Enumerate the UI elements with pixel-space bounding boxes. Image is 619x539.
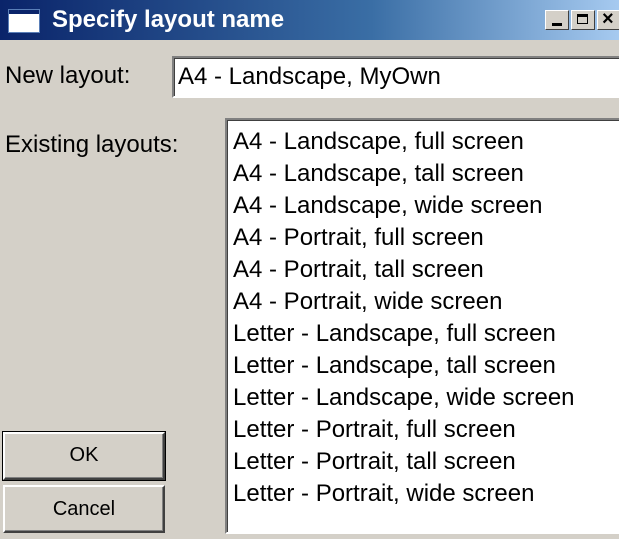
existing-layouts-label: Existing layouts: — [5, 131, 179, 158]
list-item[interactable]: Letter - Landscape, tall screen — [233, 350, 619, 382]
new-layout-label: New layout: — [5, 62, 131, 89]
title-bar[interactable]: Specify layout name × — [0, 0, 619, 40]
window-title: Specify layout name — [52, 6, 285, 33]
minimize-button[interactable] — [545, 10, 569, 30]
window-icon — [8, 9, 40, 33]
list-item[interactable]: Letter - Landscape, full screen — [233, 318, 619, 350]
cancel-button[interactable]: Cancel — [3, 485, 165, 533]
list-item[interactable]: Letter - Landscape, wide screen — [233, 382, 619, 414]
list-item[interactable]: A4 - Portrait, full screen — [233, 222, 619, 254]
maximize-button[interactable] — [571, 10, 595, 30]
existing-layouts-list[interactable]: A4 - Landscape, full screen A4 - Landscap… — [225, 118, 619, 534]
maximize-icon — [577, 14, 588, 24]
list-item[interactable]: A4 - Portrait, wide screen — [233, 286, 619, 318]
minimize-icon — [552, 23, 562, 26]
list-item[interactable]: A4 - Landscape, tall screen — [233, 158, 619, 190]
ok-button[interactable]: OK — [2, 431, 166, 481]
list-item[interactable]: A4 - Landscape, full screen — [233, 126, 619, 158]
list-item[interactable]: A4 - Landscape, wide screen — [233, 190, 619, 222]
new-layout-input[interactable]: A4 - Landscape, MyOwn — [172, 56, 619, 98]
close-icon: × — [602, 8, 614, 30]
list-item[interactable]: Letter - Portrait, wide screen — [233, 478, 619, 510]
list-item[interactable]: A4 - Portrait, tall screen — [233, 254, 619, 286]
close-button[interactable]: × — [597, 8, 619, 30]
list-item[interactable]: Letter - Portrait, tall screen — [233, 446, 619, 478]
list-item[interactable]: Letter - Portrait, full screen — [233, 414, 619, 446]
